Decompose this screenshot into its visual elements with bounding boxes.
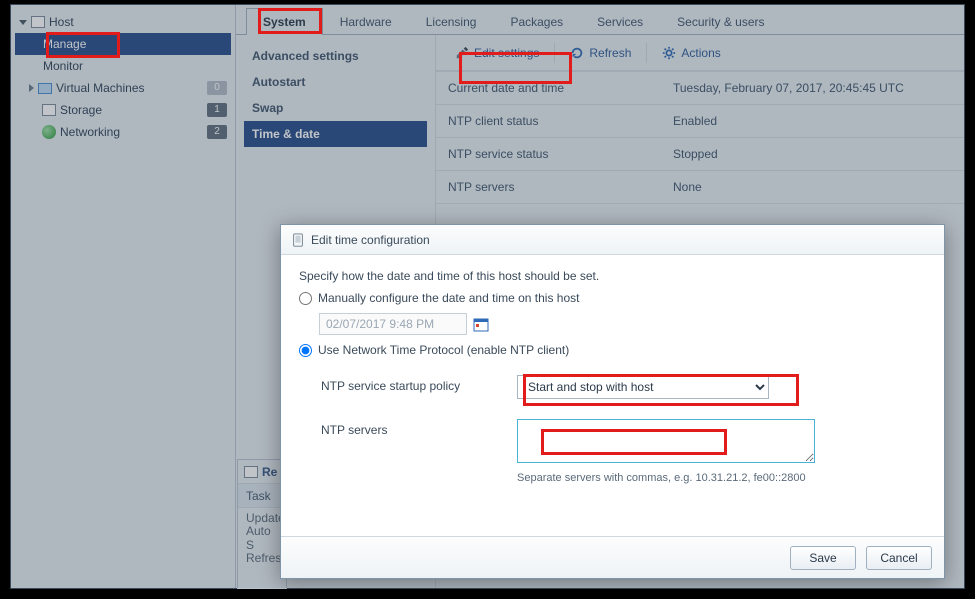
ntp-servers-input[interactable] bbox=[517, 419, 815, 463]
tab-hardware[interactable]: Hardware bbox=[323, 8, 409, 35]
edit-settings-button[interactable]: Edit settings bbox=[446, 41, 548, 65]
tab-security[interactable]: Security & users bbox=[660, 8, 781, 35]
kv-table: Current date and timeTuesday, February 0… bbox=[436, 71, 964, 204]
radio-ntp-input[interactable] bbox=[299, 344, 312, 357]
subnav-autostart[interactable]: Autostart bbox=[244, 69, 427, 95]
subnav-advanced[interactable]: Advanced settings bbox=[244, 43, 427, 69]
networking-icon bbox=[42, 125, 56, 139]
nav-manage[interactable]: Manage bbox=[15, 33, 231, 55]
tab-services[interactable]: Services bbox=[580, 8, 660, 35]
edit-time-dialog: Edit time configuration Specify how the … bbox=[280, 224, 945, 579]
dialog-desc: Specify how the date and time of this ho… bbox=[299, 269, 926, 283]
dialog-title-bar[interactable]: Edit time configuration bbox=[281, 225, 944, 255]
nav-host[interactable]: Host bbox=[15, 11, 231, 33]
tasks-icon bbox=[244, 466, 258, 478]
calendar-icon[interactable] bbox=[473, 316, 489, 332]
gear-icon bbox=[662, 46, 676, 60]
nav-manage-label: Manage bbox=[43, 37, 86, 51]
tasks-col: Task bbox=[238, 484, 286, 508]
actions-button[interactable]: Actions bbox=[653, 41, 729, 65]
device-icon bbox=[291, 233, 305, 247]
nav-monitor-label: Monitor bbox=[43, 59, 83, 73]
toolbar-sep2 bbox=[646, 43, 647, 63]
nav-networking-label: Networking bbox=[60, 125, 120, 139]
nav-vm-label: Virtual Machines bbox=[56, 81, 145, 95]
tab-bar: System Hardware Licensing Packages Servi… bbox=[236, 5, 964, 35]
radio-manual-input[interactable] bbox=[299, 292, 312, 305]
radio-manual[interactable]: Manually configure the date and time on … bbox=[299, 291, 926, 305]
servers-hint: Separate servers with commas, e.g. 10.31… bbox=[517, 472, 926, 484]
tab-licensing[interactable]: Licensing bbox=[409, 8, 494, 35]
policy-label: NTP service startup policy bbox=[321, 375, 517, 393]
caret-right-icon bbox=[29, 84, 34, 92]
nav-networking[interactable]: Networking 2 bbox=[15, 121, 231, 143]
servers-label: NTP servers bbox=[321, 419, 517, 437]
list-item[interactable]: Auto S bbox=[238, 528, 286, 548]
edit-settings-label: Edit settings bbox=[474, 46, 539, 60]
manual-date-input bbox=[319, 313, 467, 335]
nav-monitor[interactable]: Monitor bbox=[15, 55, 231, 77]
nav-storage[interactable]: Storage 1 bbox=[15, 99, 231, 121]
nav-host-label: Host bbox=[49, 15, 74, 29]
refresh-icon bbox=[570, 46, 584, 60]
list-item[interactable]: Refres bbox=[238, 548, 286, 568]
vm-icon bbox=[38, 83, 52, 94]
pencil-icon bbox=[455, 46, 469, 60]
cancel-button[interactable]: Cancel bbox=[866, 546, 932, 570]
refresh-button[interactable]: Refresh bbox=[561, 41, 640, 65]
save-button[interactable]: Save bbox=[790, 546, 856, 570]
table-row: Current date and timeTuesday, February 0… bbox=[436, 72, 964, 105]
table-row: NTP client statusEnabled bbox=[436, 105, 964, 138]
dialog-title: Edit time configuration bbox=[311, 233, 430, 247]
nav-storage-label: Storage bbox=[60, 103, 102, 117]
actions-label: Actions bbox=[681, 46, 720, 60]
subnav-swap[interactable]: Swap bbox=[244, 95, 427, 121]
badge-storage: 1 bbox=[207, 103, 227, 117]
subnav-timedate[interactable]: Time & date bbox=[244, 121, 427, 147]
radio-ntp[interactable]: Use Network Time Protocol (enable NTP cl… bbox=[299, 343, 926, 357]
table-row: NTP serversNone bbox=[436, 171, 964, 204]
refresh-label: Refresh bbox=[589, 46, 631, 60]
policy-select[interactable]: Start and stop with host bbox=[517, 375, 769, 399]
host-icon bbox=[31, 16, 45, 28]
tab-packages[interactable]: Packages bbox=[493, 8, 580, 35]
caret-down-icon bbox=[19, 20, 27, 25]
toolbar-sep bbox=[554, 43, 555, 63]
tasks-header[interactable]: Re bbox=[238, 460, 286, 484]
tab-system[interactable]: System bbox=[246, 8, 323, 35]
nav-vm[interactable]: Virtual Machines 0 bbox=[15, 77, 231, 99]
badge-networking: 2 bbox=[207, 125, 227, 139]
table-row: NTP service statusStopped bbox=[436, 138, 964, 171]
badge-vm: 0 bbox=[207, 81, 227, 95]
storage-icon bbox=[42, 104, 56, 116]
